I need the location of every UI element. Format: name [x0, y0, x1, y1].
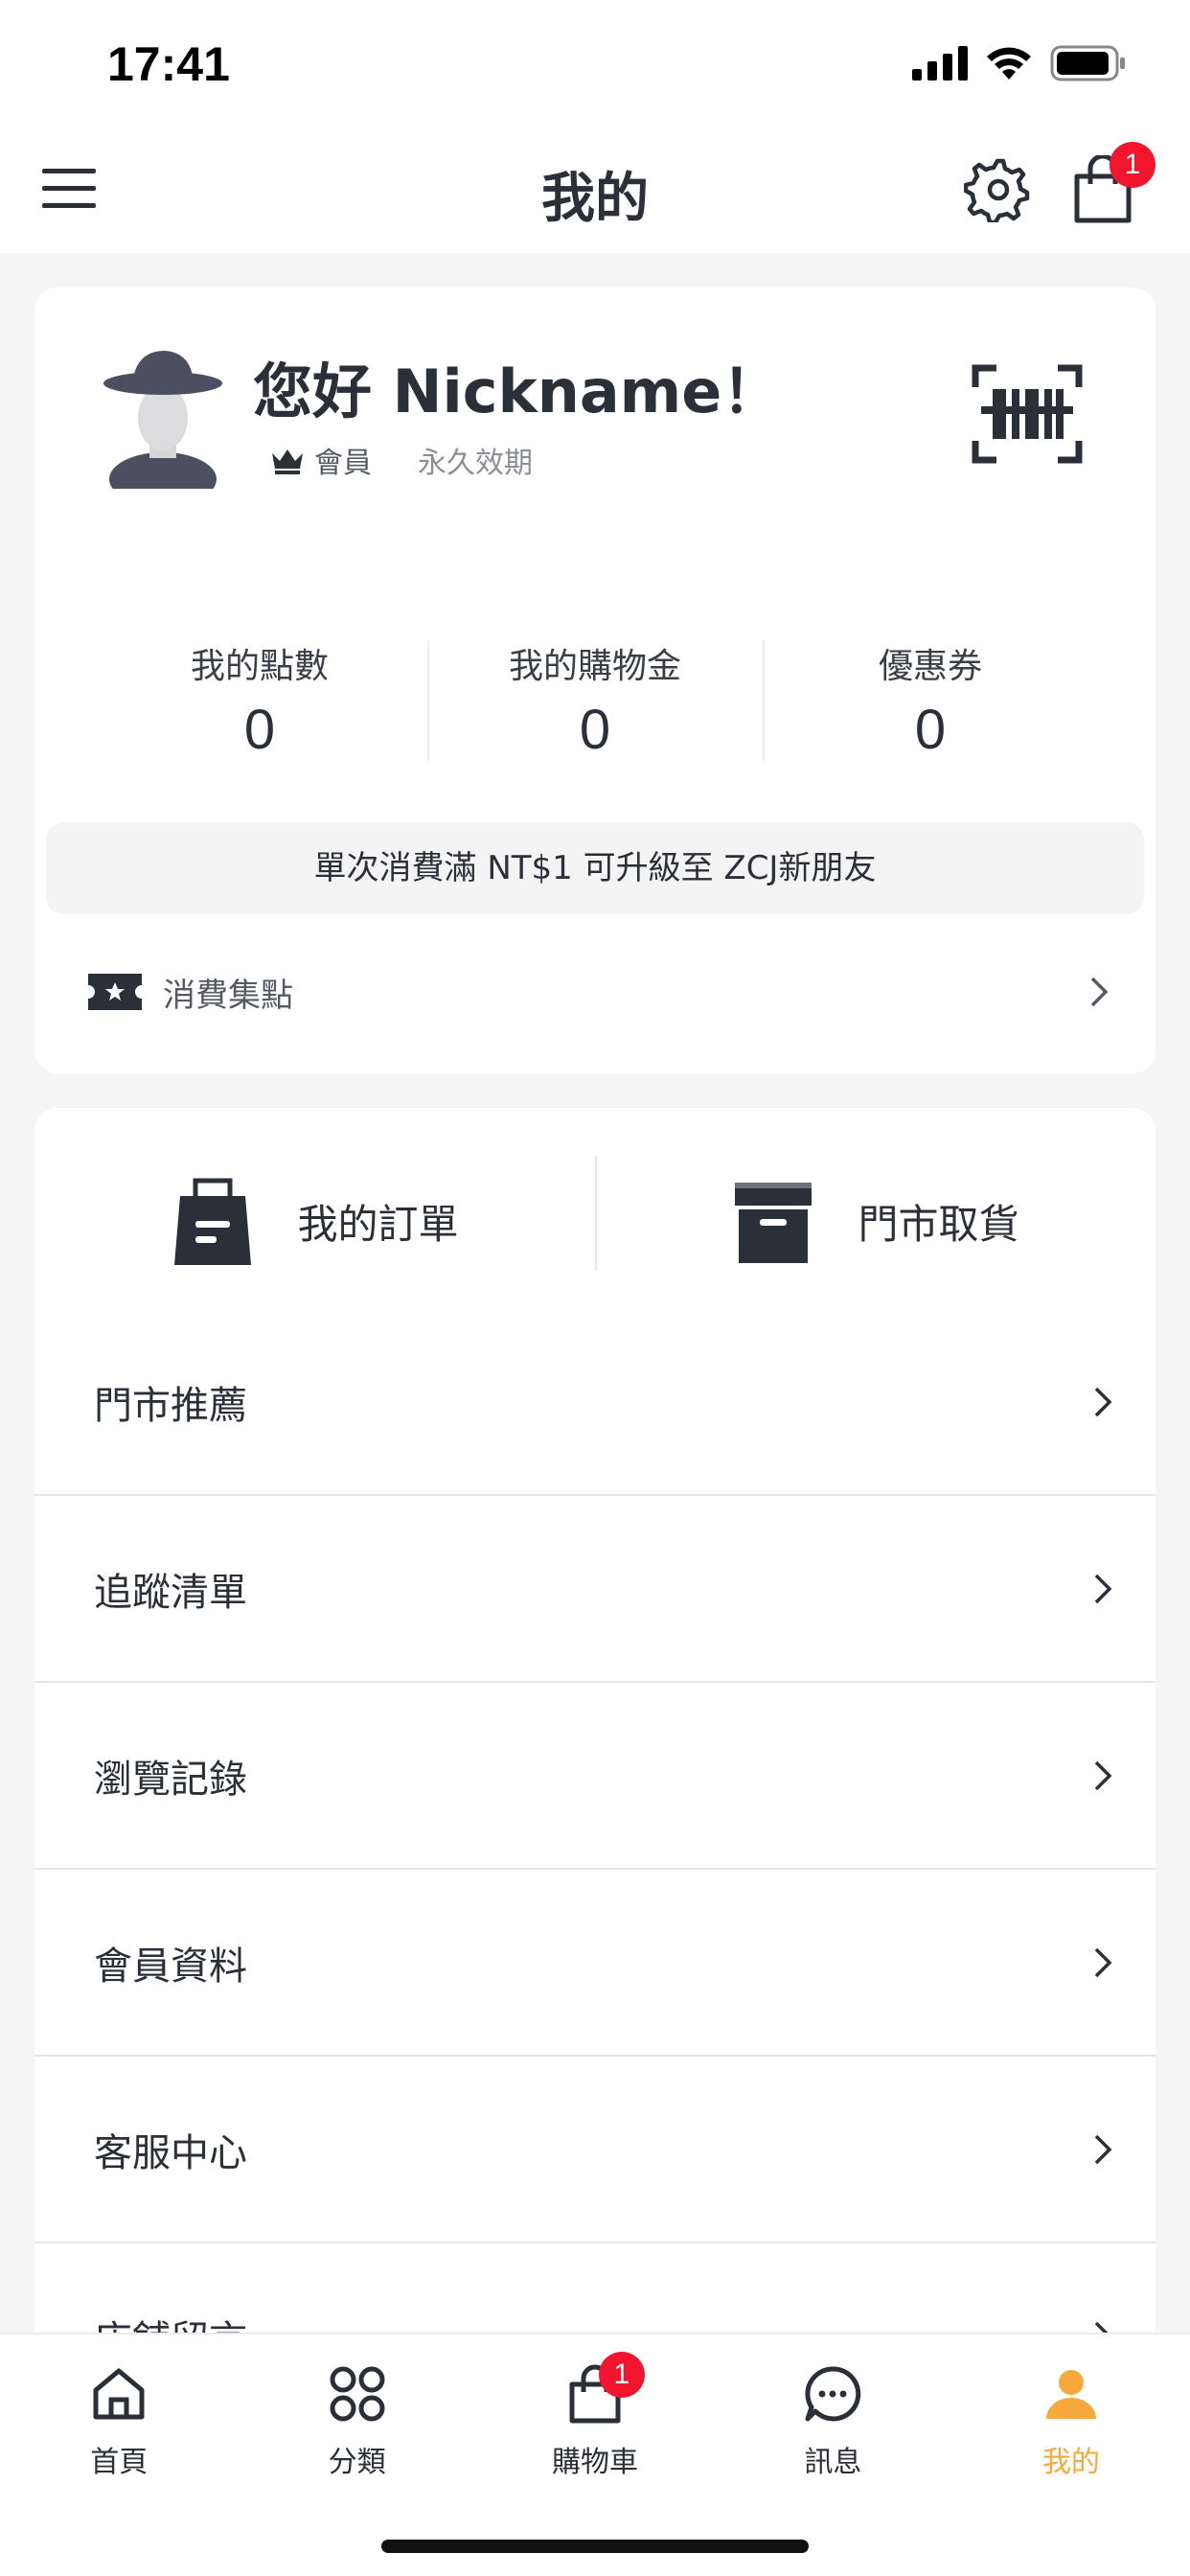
menu-item-customer-service[interactable]: 客服中心	[34, 2057, 1156, 2243]
tab-messages[interactable]: 訊息	[714, 2334, 951, 2488]
shopping-bag-icon	[174, 1178, 252, 1265]
cellular-signal-icon	[912, 46, 968, 80]
settings-gear-icon[interactable]	[964, 155, 1031, 222]
member-level: 會員	[314, 447, 372, 480]
menu-item-label: 門市推薦	[94, 1383, 247, 1428]
home-icon	[93, 2368, 145, 2420]
store-pickup-button[interactable]: 門市取貨	[595, 1108, 1156, 1280]
tab-label: 我的	[1041, 2446, 1100, 2479]
status-icons	[912, 44, 1127, 82]
tab-label: 分類	[328, 2446, 386, 2479]
menu-list: 門市推薦 追蹤清單 瀏覽記錄 會員資料 客服中心 店舖留言	[34, 1309, 1156, 2430]
chevron-right-icon	[1094, 1760, 1112, 1790]
menu-item-wishlist[interactable]: 追蹤清單	[34, 1496, 1156, 1683]
status-bar: 17:41	[0, 0, 1190, 126]
cart-badge: 1	[1110, 142, 1156, 188]
tab-label: 訊息	[804, 2446, 862, 2479]
nav-bar: 我的 1	[0, 126, 1190, 253]
tab-me[interactable]: 我的	[952, 2334, 1190, 2488]
chevron-right-icon	[1094, 1947, 1112, 1977]
menu-item-store-recommend[interactable]: 門市推薦	[34, 1309, 1156, 1496]
stats-row: 我的點數 0 我的購物金 0 優惠券 0	[92, 632, 1098, 761]
avatar[interactable]	[98, 345, 228, 489]
stat-value: 0	[243, 699, 276, 761]
menu-item-label: 追蹤清單	[94, 1570, 247, 1615]
points-collect-label: 消費集點	[163, 976, 293, 1015]
menu-item-label: 客服中心	[94, 2130, 247, 2175]
archive-box-icon	[735, 1183, 812, 1263]
stat-label: 我的點數	[190, 647, 329, 686]
chevron-right-icon	[1094, 1574, 1112, 1603]
stat-points[interactable]: 我的點數 0	[92, 632, 427, 761]
chat-bubble-icon	[805, 2366, 861, 2422]
stat-value: 0	[914, 699, 947, 761]
menu-item-label: 瀏覽記錄	[94, 1757, 247, 1802]
category-grid-icon	[330, 2366, 385, 2422]
greeting-text: 您好 Nickname！	[253, 356, 782, 426]
member-validity: 永久效期	[418, 447, 533, 480]
quick-action-label: 門市取貨	[858, 1200, 1019, 1248]
profile-card: 您好 Nickname！ 會員 永久效期 我的點數 0 我的購物金 0 優惠券 …	[34, 288, 1156, 1073]
chevron-right-icon	[1094, 1387, 1112, 1416]
quick-action-label: 我的訂單	[297, 1200, 459, 1248]
menu-item-label: 會員資料	[94, 1944, 247, 1989]
menu-item-member-profile[interactable]: 會員資料	[34, 1870, 1156, 2057]
home-indicator	[381, 2540, 809, 2553]
battery-icon	[1050, 45, 1125, 81]
tab-home[interactable]: 首頁	[0, 2334, 238, 2488]
cart-tab-badge: 1	[598, 2352, 645, 2398]
tab-label: 首頁	[90, 2446, 149, 2479]
my-orders-button[interactable]: 我的訂單	[34, 1108, 595, 1280]
cart-button[interactable]: 1	[1069, 142, 1156, 224]
ticket-star-icon	[88, 974, 142, 1010]
tab-label: 購物車	[552, 2446, 639, 2479]
barcode-scan-icon[interactable]	[972, 364, 1083, 464]
member-status: 會員 永久效期	[270, 439, 533, 481]
quick-actions: 我的訂單 門市取貨	[34, 1108, 1156, 1280]
stat-shopping-credit[interactable]: 我的購物金 0	[427, 632, 763, 761]
chevron-right-icon	[1090, 977, 1109, 1007]
bottom-tab-bar: 首頁 分類 1 購物車 訊息 我的	[0, 2333, 1190, 2576]
user-icon	[1045, 2370, 1096, 2419]
upgrade-banner: 單次消費滿 NT$1 可升級至 ZCJ新朋友	[46, 822, 1144, 914]
stat-coupons[interactable]: 優惠券 0	[763, 632, 1098, 761]
stat-label: 優惠券	[878, 647, 982, 686]
points-collect-row[interactable]: 消費集點	[88, 958, 1110, 1025]
stat-value: 0	[579, 699, 611, 761]
wifi-icon	[987, 47, 1031, 80]
chevron-right-icon	[1094, 2134, 1112, 2164]
stat-label: 我的購物金	[508, 647, 681, 686]
crown-icon	[272, 449, 303, 474]
status-time: 17:41	[107, 37, 230, 91]
tab-category[interactable]: 分類	[238, 2334, 475, 2488]
menu-item-browse-history[interactable]: 瀏覽記錄	[34, 1683, 1156, 1870]
tab-cart[interactable]: 1 購物車	[476, 2334, 714, 2488]
